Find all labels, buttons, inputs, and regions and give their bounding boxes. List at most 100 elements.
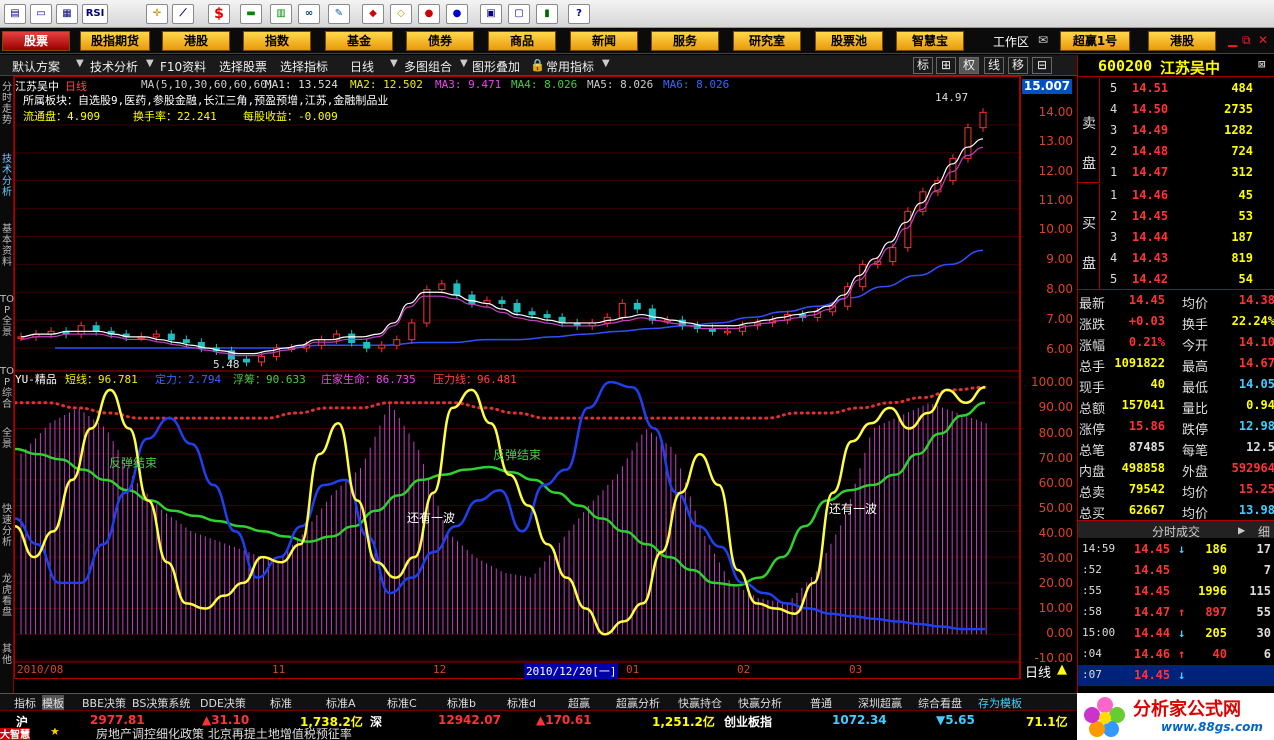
chart-icon[interactable]: ▤ [4,4,26,24]
f10-info[interactable]: F10资料 [160,58,206,75]
vtab-intraday[interactable]: 分时走势 [0,82,14,126]
nav-stock[interactable]: 股票 [2,31,70,51]
dollar-icon[interactable]: $ [208,4,230,24]
tab-dde[interactable]: DDE决策 [200,695,246,711]
close-panel-icon[interactable]: ⊠ [1258,57,1265,71]
dropdown-arrow-icon[interactable]: ▼ [602,58,610,69]
tab-normal[interactable]: 普通 [810,695,832,711]
tab-indicator[interactable]: 指标 [14,695,36,711]
monitor-icon[interactable]: ▭ [30,4,52,24]
line-button[interactable]: 线 [984,57,1004,74]
move-button[interactable]: 移 [1008,57,1028,74]
tab-standard-a[interactable]: 标准A [326,695,356,711]
tab-sz-super[interactable]: 深圳超赢 [858,695,902,711]
tab-quick-analysis[interactable]: 快赢分析 [738,695,782,711]
account-button[interactable]: 超赢1号 [1060,31,1130,51]
mail-icon[interactable]: ✉ [1038,33,1048,47]
ask-row[interactable]: 4 14.50 2735 [1100,99,1274,120]
select-stock[interactable]: 选择股票 [219,58,267,75]
layout-button[interactable]: ⊟ [1032,57,1052,74]
overlay-chart[interactable]: 图形叠加 [472,58,520,75]
cross-icon[interactable]: ✛ [146,4,168,24]
sh-index[interactable]: 2977.81 [90,713,145,727]
tab-bbe[interactable]: BBE决策 [82,695,126,711]
dropdown-arrow-icon[interactable]: ▼ [390,58,398,69]
nav-wisdom[interactable]: 智慧宝 [896,31,964,51]
tab-bs[interactable]: BS决策系统 [132,695,190,711]
nav-commodity[interactable]: 商品 [488,31,556,51]
vtab-top-panorama[interactable]: TOP全景 [0,294,14,338]
ask-row[interactable]: 5 14.51 484 [1100,78,1274,99]
tab-standard-c[interactable]: 标准C [387,695,417,711]
lock-icon[interactable]: 🔒 [530,58,545,72]
nav-hk[interactable]: 港股 [162,31,230,51]
period-label[interactable]: 日线 [1025,662,1051,681]
bid-row[interactable]: 3 14.44 187 [1100,227,1274,248]
flag-icon[interactable]: ▬ [240,4,262,24]
sz-index[interactable]: 12942.07 [438,713,501,727]
tab-standard-d[interactable]: 标准d [507,695,536,711]
grid-button[interactable]: ⊞ [936,57,956,74]
common-indicators[interactable]: 常用指标 [546,58,594,75]
vtab-quick[interactable]: 快速分析 [0,504,14,548]
bars-icon[interactable]: ▥ [270,4,292,24]
tag2-icon[interactable]: ● [446,4,468,24]
ask-row[interactable]: 3 14.49 1282 [1100,120,1274,141]
tab-super[interactable]: 超赢 [568,695,590,711]
cy-index[interactable]: 1072.34 [832,713,887,727]
news-ticker[interactable]: 大智慧 ★ 房地产调控细化政策 北京再提土地增值税预征率 [0,728,1077,740]
bid-row[interactable]: 1 14.46 45 [1100,185,1274,206]
hk-button[interactable]: 港股 [1148,31,1216,51]
vtab-basic[interactable]: 基本资料 [0,224,14,268]
help-icon[interactable]: ? [568,4,590,24]
nav-service[interactable]: 服务 [651,31,719,51]
tab-super-analysis[interactable]: 超赢分析 [616,695,660,711]
dropdown-arrow-icon[interactable]: ▼ [460,58,468,69]
window-icon[interactable]: ▢ [508,4,530,24]
dropdown-arrow-icon[interactable]: ▼ [146,58,154,69]
dropdown-arrow-icon[interactable]: ▼ [76,58,84,69]
default-scheme[interactable]: 默认方案 [12,58,60,75]
news-headline[interactable]: 房地产调控细化政策 北京再提土地增值税预征率 [96,728,352,740]
nav-news[interactable]: 新闻 [570,31,638,51]
minimize-icon[interactable]: ▁ [1228,33,1237,47]
vtab-top-combined[interactable]: TOP综合 [0,366,14,410]
period-daily[interactable]: 日线 [350,58,374,75]
nav-bond[interactable]: 债券 [406,31,474,51]
ticks-more[interactable]: 细 [1258,523,1270,540]
weight-button[interactable]: 权 [959,57,979,74]
vtab-technical[interactable]: 技术分析 [0,154,14,198]
nav-stockpool[interactable]: 股票池 [815,31,883,51]
binoculars-icon[interactable]: ∞ [298,4,320,24]
ask-row[interactable]: 2 14.48 724 [1100,141,1274,162]
vtab-panorama[interactable]: 全景 [0,428,14,450]
tab-overview[interactable]: 综合看盘 [918,695,962,711]
tab-quick-hold[interactable]: 快赢持仓 [678,695,722,711]
rsi-icon[interactable]: RSI [82,4,108,24]
close-icon[interactable]: ✕ [1258,33,1268,47]
nav-futures[interactable]: 股指期货 [80,31,150,51]
tab-standard-b[interactable]: 标准b [447,695,476,711]
vtab-other[interactable]: 其他 [0,644,14,666]
save-icon[interactable]: ▣ [480,4,502,24]
multi-chart[interactable]: 多图组合 [404,58,452,75]
nav-index[interactable]: 指数 [243,31,311,51]
ruler-icon[interactable]: ⟋ [172,4,194,24]
nav-research[interactable]: 研究室 [733,31,801,51]
bookmark-icon[interactable]: ◆ [362,4,384,24]
play-icon[interactable]: ▶ [1238,523,1245,537]
mark-button[interactable]: 标 [913,57,933,74]
chart-area[interactable]: 江苏吴中 日线 MA(5,10,30,60,60,60) MA1: 13.524… [14,76,1020,679]
tab-template[interactable]: 模板 [42,695,64,711]
save-template-button[interactable]: 存为模板 [978,695,1022,711]
select-indicator[interactable]: 选择指标 [280,58,328,75]
tag-icon[interactable]: ● [418,4,440,24]
books-icon[interactable]: ▮ [536,4,558,24]
tab-standard[interactable]: 标准 [270,695,292,711]
pen-icon[interactable]: ✎ [328,4,350,24]
bid-row[interactable]: 5 14.42 54 [1100,269,1274,290]
tech-analysis[interactable]: 技术分析 [90,58,138,75]
nav-fund[interactable]: 基金 [325,31,393,51]
grid-icon[interactable]: ▦ [56,4,78,24]
bid-row[interactable]: 2 14.45 53 [1100,206,1274,227]
